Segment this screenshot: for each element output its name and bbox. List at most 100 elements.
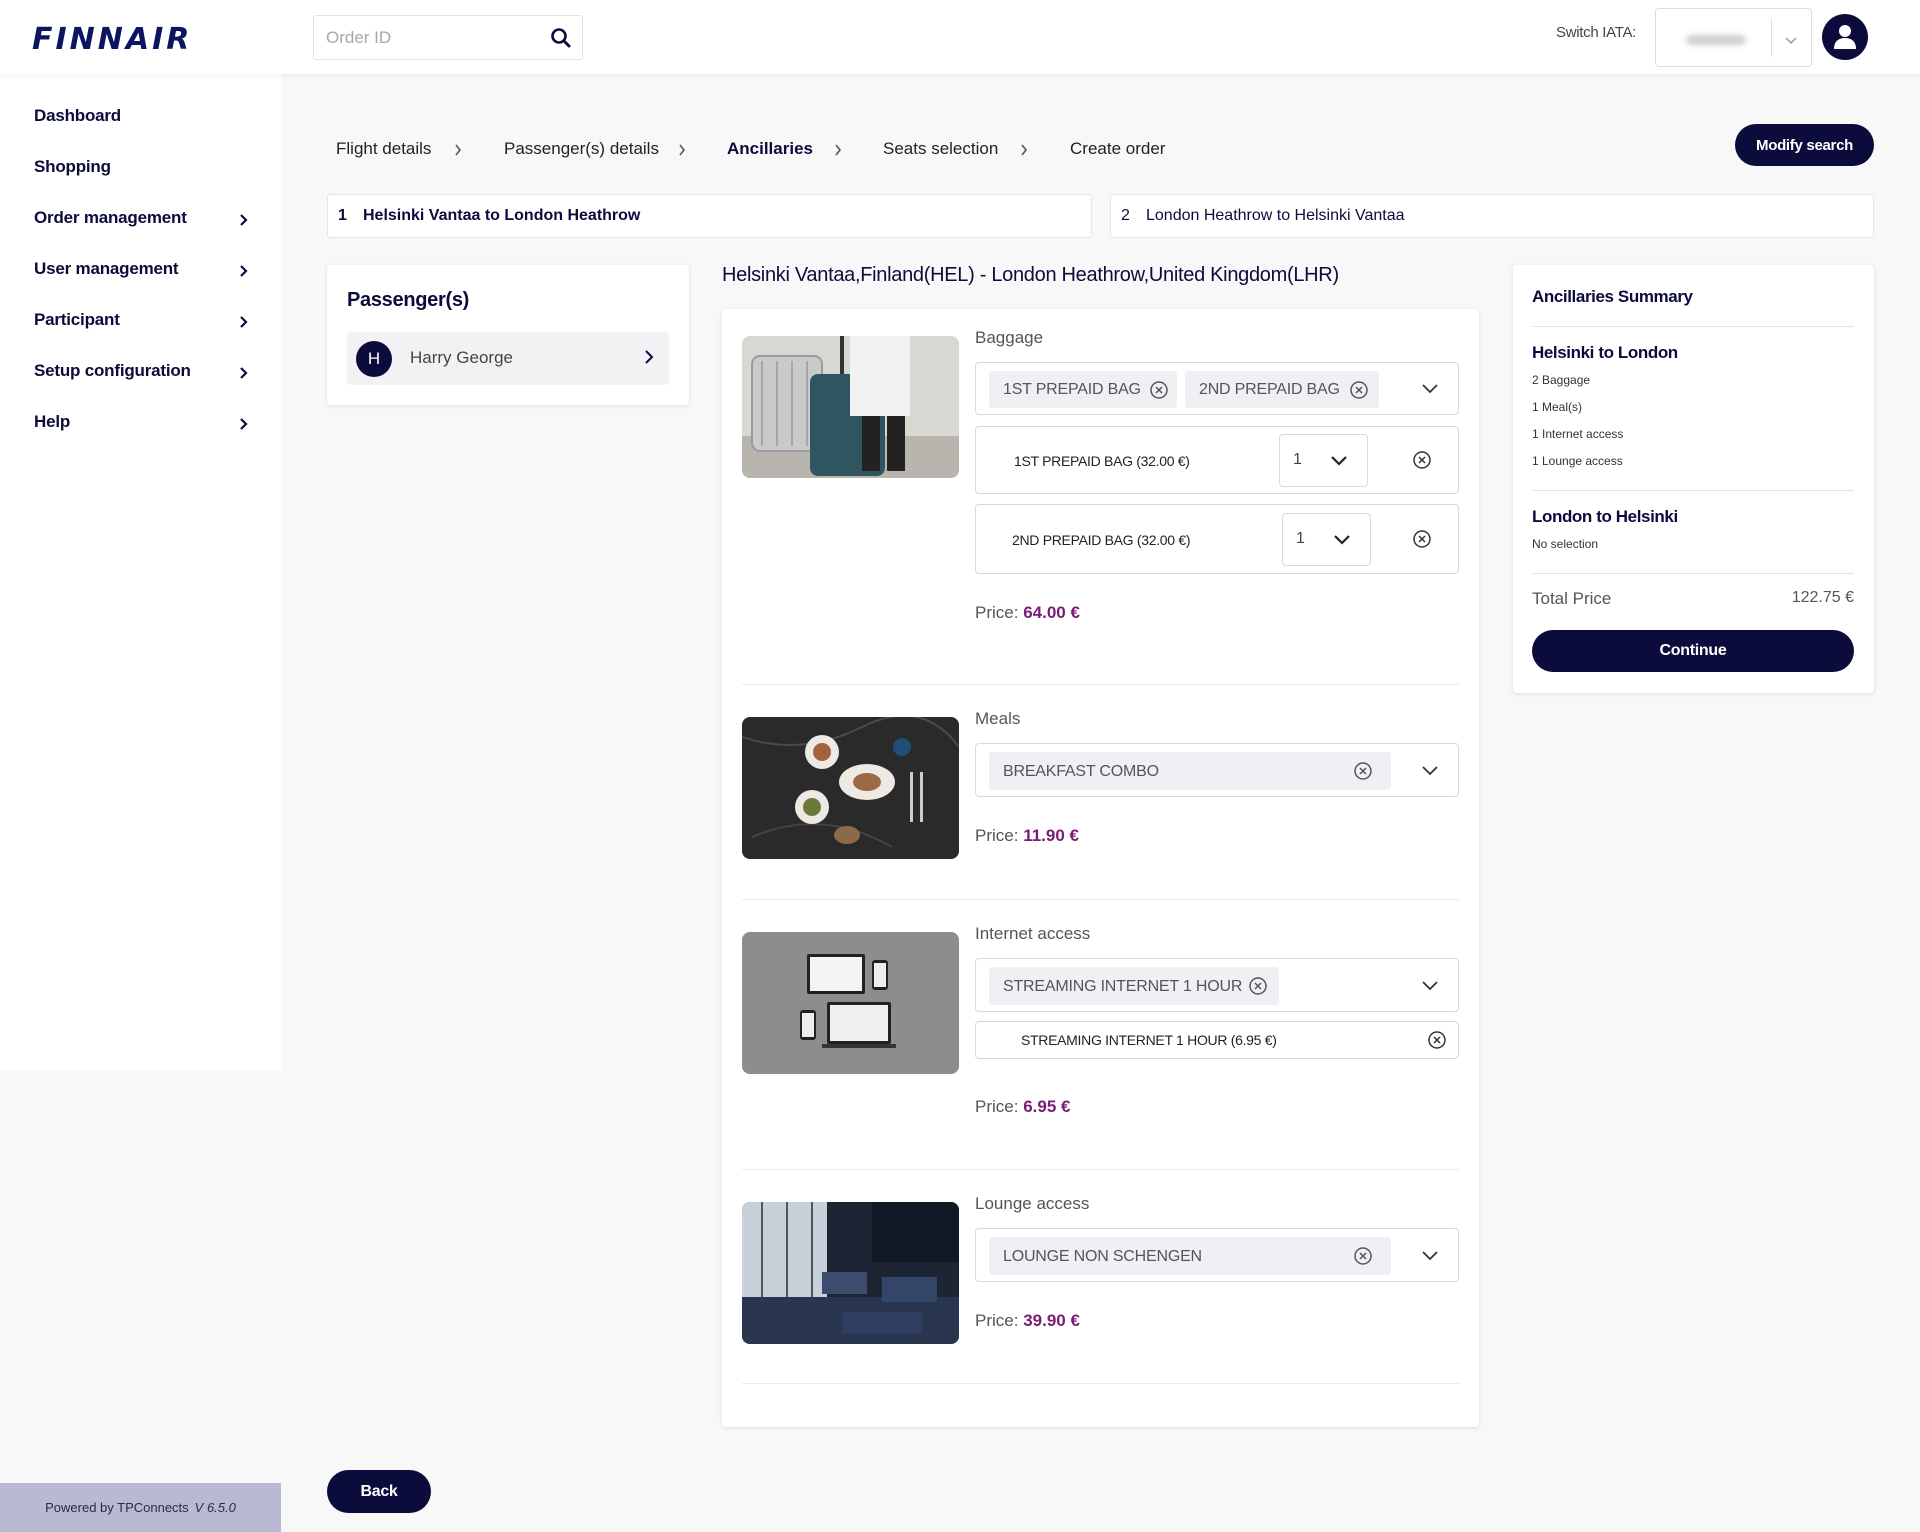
iata-divider	[1771, 19, 1772, 57]
summary-title: Ancillaries Summary	[1532, 287, 1693, 306]
ancillaries-summary: Ancillaries Summary Helsinki to London 2…	[1513, 265, 1874, 693]
sidebar-item-dashboard[interactable]: Dashboard	[34, 106, 254, 136]
internet-select[interactable]: STREAMING INTERNET 1 HOUR	[975, 958, 1459, 1012]
sidebar-item-label: Setup configuration	[34, 361, 191, 380]
chevron-down-icon	[1422, 384, 1438, 394]
lounge-label: Lounge access	[975, 1194, 1090, 1213]
chevron-down-icon	[1422, 1251, 1438, 1261]
sidebar-item-help[interactable]: Help	[34, 412, 254, 442]
meals-select[interactable]: BREAKFAST COMBO	[975, 743, 1459, 797]
lounge-price: Price: 39.90 €	[975, 1311, 1080, 1331]
sidebar-item-label: Participant	[34, 310, 120, 329]
breadcrumb-create-order[interactable]: Create order	[1070, 139, 1165, 159]
user-icon	[1834, 25, 1856, 49]
order-id-input[interactable]	[326, 27, 526, 49]
internet-chip: STREAMING INTERNET 1 HOUR	[989, 967, 1279, 1005]
sidebar-item-label: Shopping	[34, 157, 111, 176]
meals-label: Meals	[975, 709, 1021, 728]
chevron-right-icon	[679, 144, 686, 156]
chevron-down-icon	[1785, 37, 1797, 45]
sidebar-item-setup-configuration[interactable]: Setup configuration	[34, 361, 254, 391]
chevron-right-icon	[645, 350, 654, 364]
breadcrumb-seats-selection[interactable]: Seats selection	[883, 139, 998, 159]
sidebar-item-label: Order management	[34, 208, 187, 227]
summary-divider	[1532, 490, 1854, 491]
powered-by-text: Powered by TPConnects	[45, 1500, 189, 1515]
chevron-right-icon	[240, 316, 248, 328]
internet-label: Internet access	[975, 924, 1091, 943]
baggage-detail-name: 1ST PREPAID BAG (32.00 €)	[1014, 453, 1190, 469]
baggage-detail-1st: 1ST PREPAID BAG (32.00 €) 1	[975, 426, 1459, 494]
price-label: Price:	[975, 1097, 1019, 1116]
passenger-row[interactable]: H Harry George	[347, 332, 669, 385]
baggage-chip-1st: 1ST PREPAID BAG	[989, 371, 1177, 408]
chip-label: BREAKFAST COMBO	[1003, 763, 1159, 780]
chevron-right-icon	[835, 144, 842, 156]
chip-label: 2ND PREPAID BAG	[1199, 381, 1340, 398]
sidebar-item-participant[interactable]: Participant	[34, 310, 254, 340]
sidebar-item-shopping[interactable]: Shopping	[34, 157, 254, 187]
lounge-select[interactable]: LOUNGE NON SCHENGEN	[975, 1228, 1459, 1282]
breadcrumb-flight-details[interactable]: Flight details	[336, 139, 431, 159]
baggage-label: Baggage	[975, 328, 1044, 347]
price-label: Price:	[975, 826, 1019, 845]
user-avatar-button[interactable]	[1822, 14, 1868, 60]
close-circle-icon[interactable]	[1353, 761, 1373, 781]
sidebar-item-label: Dashboard	[34, 106, 121, 125]
close-circle-icon[interactable]	[1349, 380, 1369, 400]
close-circle-icon[interactable]	[1353, 1246, 1373, 1266]
close-circle-icon[interactable]	[1412, 450, 1432, 470]
chevron-down-icon	[1331, 456, 1347, 466]
continue-button[interactable]: Continue	[1532, 630, 1854, 672]
passengers-title: Passenger(s)	[347, 289, 470, 311]
sidebar-item-user-management[interactable]: User management	[34, 259, 254, 289]
quantity-select[interactable]: 1	[1282, 513, 1371, 566]
summary-line-item: 1 Meal(s)	[1532, 400, 1583, 414]
flight-tab-number: 2	[1121, 207, 1130, 224]
order-search	[313, 15, 583, 60]
close-circle-icon[interactable]	[1248, 976, 1268, 996]
baggage-image	[742, 336, 959, 478]
powered-by-footer: Powered by TPConnects V 6.5.0	[0, 1483, 281, 1532]
chevron-right-icon	[240, 367, 248, 379]
search-icon[interactable]	[549, 26, 573, 50]
sidebar-item-label: User management	[34, 259, 179, 278]
chevron-right-icon	[240, 265, 248, 277]
internet-detail-name: STREAMING INTERNET 1 HOUR (6.95 €)	[1021, 1032, 1277, 1048]
internet-detail: STREAMING INTERNET 1 HOUR (6.95 €)	[975, 1021, 1459, 1059]
summary-segment-title: Helsinki to London	[1532, 343, 1678, 362]
summary-line-item: 2 Baggage	[1532, 373, 1591, 387]
flight-tab-2[interactable]: 2 London Heathrow to Helsinki Vantaa	[1110, 194, 1874, 238]
breadcrumb-ancillaries[interactable]: Ancillaries	[727, 139, 813, 159]
internet-price: Price: 6.95 €	[975, 1097, 1070, 1117]
quantity-value: 1	[1293, 451, 1302, 468]
summary-divider	[1532, 573, 1854, 574]
chip-label: 1ST PREPAID BAG	[1003, 381, 1141, 398]
price-label: Price:	[975, 603, 1019, 622]
summary-line-item: 1 Internet access	[1532, 427, 1624, 441]
total-price-label: Total Price	[1532, 589, 1612, 608]
sidebar-item-order-management[interactable]: Order management	[34, 208, 254, 238]
close-circle-icon[interactable]	[1412, 529, 1432, 549]
finnair-logo[interactable]: FINNAIR	[32, 22, 192, 57]
passenger-name: Harry George	[410, 348, 513, 367]
back-button[interactable]: Back	[327, 1470, 431, 1513]
flight-tab-1[interactable]: 1 Helsinki Vantaa to London Heathrow	[327, 194, 1092, 238]
summary-segment-title: London to Helsinki	[1532, 507, 1678, 526]
quantity-value: 1	[1296, 530, 1305, 547]
lounge-image	[742, 1202, 959, 1344]
close-circle-icon[interactable]	[1149, 380, 1169, 400]
route-title: Helsinki Vantaa,Finland(HEL) - London He…	[722, 264, 1339, 286]
iata-select[interactable]	[1655, 8, 1812, 67]
breadcrumb-passenger-details[interactable]: Passenger(s) details	[504, 139, 659, 159]
baggage-select[interactable]: 1ST PREPAID BAG 2ND PREPAID BAG	[975, 362, 1459, 415]
price-label: Price:	[975, 1311, 1019, 1330]
meals-chip: BREAKFAST COMBO	[989, 752, 1391, 790]
modify-search-button[interactable]: Modify search	[1735, 124, 1874, 166]
quantity-select[interactable]: 1	[1279, 434, 1368, 487]
baggage-price: Price: 64.00 €	[975, 603, 1080, 623]
chevron-right-icon	[1021, 144, 1028, 156]
flight-tab-title: London Heathrow to Helsinki Vantaa	[1146, 207, 1405, 224]
close-circle-icon[interactable]	[1427, 1030, 1447, 1050]
switch-iata-label: Switch IATA:	[1556, 24, 1637, 41]
